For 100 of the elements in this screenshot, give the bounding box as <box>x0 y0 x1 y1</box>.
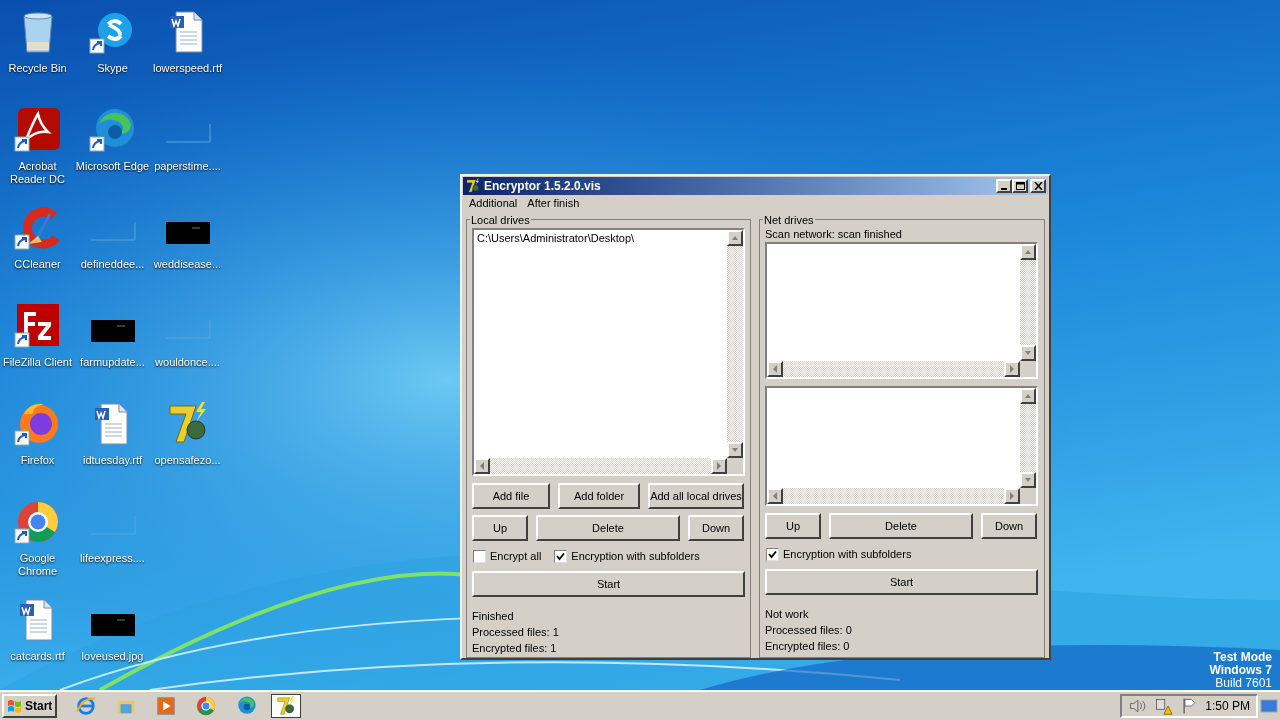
arrow-left-icon <box>479 462 485 470</box>
list-item[interactable]: C:\Users\Administrator\Desktop\ <box>477 231 724 245</box>
scroll-up-button[interactable] <box>1020 388 1036 404</box>
arrow-down-icon <box>731 447 739 453</box>
arrow-right-icon <box>716 462 722 470</box>
status-text: Not work <box>765 607 810 621</box>
group-label: Net drives <box>763 212 815 228</box>
app-icon <box>465 178 481 194</box>
arrow-right-icon <box>1009 365 1015 373</box>
status-text: Processed files: 1 <box>472 625 560 639</box>
start-label: Start <box>25 698 53 715</box>
status-text: Finished <box>472 609 515 623</box>
scrollbar-corner <box>1020 488 1036 504</box>
taskbar-button[interactable] <box>271 694 302 718</box>
menu-item[interactable]: Additional <box>464 195 523 212</box>
show-desktop-icon[interactable] <box>1260 698 1278 714</box>
maximize-button[interactable] <box>1012 179 1028 193</box>
desktop-icon-label[interactable]: lowerspeed.rtf <box>152 62 223 75</box>
scroll-right-button[interactable] <box>711 458 727 474</box>
menu-item[interactable]: After finish <box>522 195 585 212</box>
desktop-icon-label[interactable]: paperstime.... <box>154 160 221 173</box>
window-title: Encryptor 1.5.2.0.vis <box>484 178 602 195</box>
group-label: Local drives <box>470 212 531 228</box>
filezilla-shortcut-icon[interactable] <box>13 302 62 350</box>
push-button[interactable]: Up <box>765 513 821 539</box>
checkbox-label[interactable]: Encrypt all <box>490 547 542 565</box>
desktop-icon-label[interactable]: weddisease... <box>153 258 222 271</box>
desktop-icon-label[interactable]: CCleaner <box>14 258 61 271</box>
arrow-left-icon <box>772 492 778 500</box>
arrow-up-icon <box>1024 249 1032 255</box>
check-mark-icon <box>556 551 566 561</box>
check-mark-icon <box>768 549 777 559</box>
system-watermark-text: Test Mode <box>1213 651 1272 664</box>
horizontal-scrollbar[interactable] <box>474 458 727 474</box>
status-text: Encrypted files: 1 <box>472 641 558 655</box>
arrow-left-icon <box>772 365 778 373</box>
network-warning-icon[interactable] <box>1153 696 1174 716</box>
horizontal-scrollbar[interactable] <box>767 488 1020 504</box>
push-button[interactable]: Down <box>981 513 1037 539</box>
scroll-down-button[interactable] <box>1020 345 1036 361</box>
status-text: Encrypted files: 0 <box>765 639 851 653</box>
desktop-icon-label[interactable]: FileZilla Client <box>2 356 73 369</box>
push-button[interactable]: Add file <box>472 483 550 509</box>
clock[interactable]: 1:50 PM <box>1205 697 1250 715</box>
minimize-button[interactable] <box>996 179 1012 193</box>
push-button[interactable]: Down <box>688 515 744 541</box>
scroll-down-button[interactable] <box>727 442 743 458</box>
desktop-icon-label[interactable]: Microsoft Edge <box>75 160 150 173</box>
push-button[interactable]: Delete <box>536 515 680 541</box>
start-button[interactable]: Start <box>472 571 745 597</box>
vertical-scrollbar[interactable] <box>727 230 743 458</box>
scroll-left-button[interactable] <box>767 488 783 504</box>
system-watermark-text: Build 7601 <box>1215 677 1272 690</box>
system-watermark-text: Windows 7 <box>1209 664 1272 677</box>
desktop-icon-label[interactable]: Acrobat Reader DC <box>0 160 75 186</box>
close-button[interactable] <box>1030 179 1046 193</box>
checkbox[interactable] <box>554 549 568 563</box>
start-button[interactable]: Start <box>765 569 1038 595</box>
push-button[interactable]: Up <box>472 515 528 541</box>
list-box[interactable] <box>765 242 1038 379</box>
edge-browser-shortcut-icon[interactable] <box>88 106 137 154</box>
arrow-right-icon <box>1009 492 1015 500</box>
maximize-icon <box>1015 182 1025 190</box>
desktop-icon-label[interactable]: defineddee... <box>80 258 145 271</box>
scrollbar-corner <box>727 458 743 474</box>
scroll-left-button[interactable] <box>767 361 783 377</box>
checkbox[interactable] <box>473 549 486 563</box>
list-box[interactable] <box>765 386 1038 506</box>
status-text: Processed files: 0 <box>765 623 853 637</box>
scroll-right-button[interactable] <box>1004 361 1020 377</box>
windows-logo-icon <box>7 698 23 714</box>
scroll-down-button[interactable] <box>1020 472 1036 488</box>
internet-explorer-icon <box>75 695 98 717</box>
checkbox-label[interactable]: Encryption with subfolders <box>783 545 912 563</box>
media-player-icon <box>155 695 178 717</box>
arrow-down-icon <box>1024 350 1032 356</box>
horizontal-scrollbar[interactable] <box>767 361 1020 377</box>
scroll-up-button[interactable] <box>1020 244 1036 260</box>
start-button[interactable]: Start <box>2 694 58 718</box>
scroll-up-button[interactable] <box>727 230 743 246</box>
edge-browser-icon <box>235 695 258 717</box>
pdf-reader-shortcut-icon[interactable] <box>13 106 62 154</box>
push-button[interactable]: Add folder <box>558 483 640 509</box>
scroll-right-button[interactable] <box>1004 488 1020 504</box>
vertical-scrollbar[interactable] <box>1020 244 1036 361</box>
vertical-scrollbar[interactable] <box>1020 388 1036 488</box>
arrow-up-icon <box>1024 393 1032 399</box>
push-button[interactable]: Delete <box>829 513 973 539</box>
scan-status-text: Scan network: scan finished <box>765 227 903 241</box>
desktop-icon-label[interactable]: Recycle Bin <box>8 62 67 75</box>
close-icon <box>1033 182 1043 190</box>
checkbox[interactable] <box>766 547 779 561</box>
list-box[interactable]: C:\Users\Administrator\Desktop\ <box>472 228 745 476</box>
checkbox-label[interactable]: Encryption with subfolders <box>571 547 700 565</box>
push-button[interactable]: Add all local drives <box>648 483 744 509</box>
chrome-icon <box>195 695 218 717</box>
arrow-down-icon <box>1024 477 1032 483</box>
desktop-icon-label[interactable]: Skype <box>97 62 128 75</box>
scroll-left-button[interactable] <box>474 458 490 474</box>
scrollbar-corner <box>1020 361 1036 377</box>
